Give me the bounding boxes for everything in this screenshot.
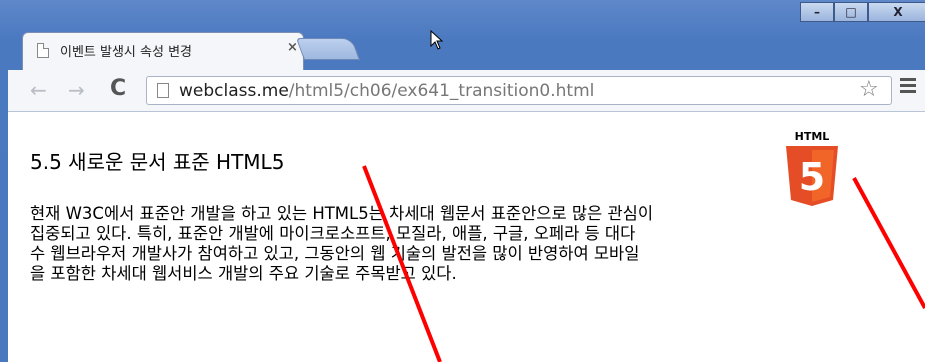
page-heading: 5.5 새로운 문서 표준 HTML5 xyxy=(30,150,285,174)
url-path: /html5/ch06/ex641_transition0.html xyxy=(288,81,595,101)
page-paragraph: 현재 W3C에서 표준안 개발을 하고 있는 HTML5는 차세대 웹문서 표준… xyxy=(30,204,910,284)
paragraph-line: 현재 W3C에서 표준안 개발을 하고 있는 HTML5는 차세대 웹문서 표준… xyxy=(30,204,654,223)
page-content: 5.5 새로운 문서 표준 HTML5 현재 W3C에서 표준안 개발을 하고 … xyxy=(8,112,925,362)
page-icon xyxy=(157,83,169,98)
paragraph-line: 을 포함한 차세대 웹서비스 개발의 주요 기술로 주목받고 있다. xyxy=(30,264,457,283)
tab-active[interactable]: 이벤트 발생시 속성 변경 × xyxy=(22,32,304,70)
url-host: webclass.me xyxy=(179,81,289,101)
back-icon[interactable]: ← xyxy=(30,78,47,102)
mouse-cursor-icon xyxy=(430,30,444,50)
browser-window: 이벤트 발생시 속성 변경 × – □ X ← → C webclass.me/… xyxy=(0,0,925,362)
html5-logo: HTML 5 xyxy=(786,130,838,206)
tab-close-button[interactable]: × xyxy=(287,40,298,55)
tab-title: 이벤트 발생시 속성 변경 xyxy=(60,45,192,60)
paragraph-line: 집중되고 있다. 특히, 표준안 개발에 마이크로소프트, 모질라, 애플, 구… xyxy=(30,224,636,243)
forward-icon[interactable]: → xyxy=(68,78,85,102)
title-bar: 이벤트 발생시 속성 변경 × – □ X xyxy=(0,0,925,70)
paragraph-line: 수 웹브라우저 개발사가 참여하고 있고, 그동안의 웹 기술의 발전을 많이 … xyxy=(30,244,640,263)
browser-toolbar: ← → C webclass.me/html5/ch06/ex641_trans… xyxy=(8,70,925,112)
page-icon xyxy=(37,43,49,58)
bookmark-star-icon[interactable]: ☆ xyxy=(859,77,879,102)
reload-icon[interactable]: C xyxy=(110,76,126,101)
close-window-button[interactable]: X xyxy=(868,2,925,22)
logo-number: 5 xyxy=(799,155,825,199)
new-tab-button[interactable] xyxy=(295,38,361,60)
window-controls: – □ X xyxy=(800,2,925,22)
address-bar[interactable]: webclass.me/html5/ch06/ex641_transition0… xyxy=(146,76,892,105)
url-text[interactable]: webclass.me/html5/ch06/ex641_transition0… xyxy=(179,81,594,101)
menu-icon[interactable] xyxy=(900,78,916,96)
logo-text: HTML xyxy=(795,130,830,143)
maximize-button[interactable]: □ xyxy=(834,2,868,22)
minimize-button[interactable]: – xyxy=(800,2,834,22)
